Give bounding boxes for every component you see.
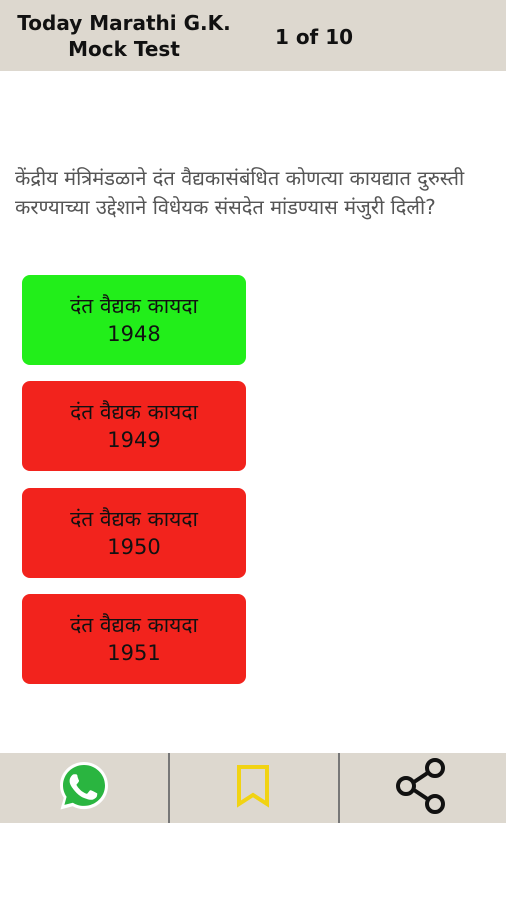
share-button[interactable]	[338, 753, 506, 823]
option-year: 1948	[107, 322, 161, 346]
option-year: 1949	[107, 428, 161, 452]
bookmark-button[interactable]	[168, 753, 338, 823]
option-year: 1950	[107, 535, 161, 559]
app-title: Today Marathi G.K. Mock Test	[17, 11, 231, 61]
option-4-button[interactable]: दंत वैद्यक कायदा 1951	[22, 594, 246, 684]
bottom-action-bar	[0, 753, 506, 823]
option-label: दंत वैद्यक कायदा	[70, 507, 198, 531]
option-label: दंत वैद्यक कायदा	[70, 613, 198, 637]
option-year: 1951	[107, 641, 161, 665]
whatsapp-share-button[interactable]	[0, 753, 168, 823]
option-label: दंत वैद्यक कायदा	[70, 294, 198, 318]
option-label: दंत वैद्यक कायदा	[70, 400, 198, 424]
option-1-button[interactable]: दंत वैद्यक कायदा 1948	[22, 275, 246, 365]
top-bar: Today Marathi G.K. Mock Test 1 of 10	[0, 0, 506, 71]
option-2-button[interactable]: दंत वैद्यक कायदा 1949	[22, 381, 246, 471]
whatsapp-icon	[56, 758, 112, 818]
share-icon	[392, 756, 452, 820]
question-progress: 1 of 10	[274, 25, 354, 49]
bookmark-icon	[235, 764, 271, 812]
option-3-button[interactable]: दंत वैद्यक कायदा 1950	[22, 488, 246, 578]
quiz-screen: Today Marathi G.K. Mock Test 1 of 10 कें…	[0, 0, 506, 900]
question-text: केंद्रीय मंत्रिमंडळाने दंत वैद्यकासंबंधि…	[15, 166, 465, 219]
